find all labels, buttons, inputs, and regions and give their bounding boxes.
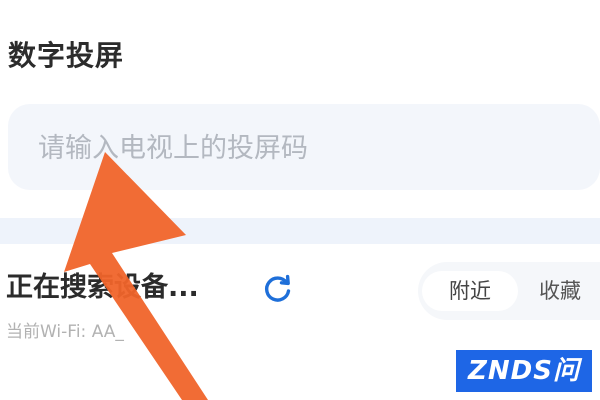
device-tab-bar: 附近 收藏: [418, 262, 600, 320]
watermark-logo: ZNDS问答: [456, 350, 592, 400]
searching-status: 正在搜索设备...: [6, 272, 199, 303]
tab-favorites[interactable]: 收藏: [520, 271, 600, 311]
tab-nearby[interactable]: 附近: [422, 271, 518, 311]
section-divider: [0, 218, 600, 244]
page-title: 数字投屏: [8, 39, 125, 72]
refresh-icon[interactable]: [262, 272, 294, 304]
code-input-container[interactable]: [8, 104, 600, 190]
screencast-code-input[interactable]: [38, 126, 558, 170]
screencast-page: 数字投屏 正在搜索设备... 当前Wi-Fi: AA_ 附近 收藏 ZNDS问答: [0, 0, 600, 400]
current-wifi-label: 当前Wi-Fi: AA_: [6, 322, 124, 342]
